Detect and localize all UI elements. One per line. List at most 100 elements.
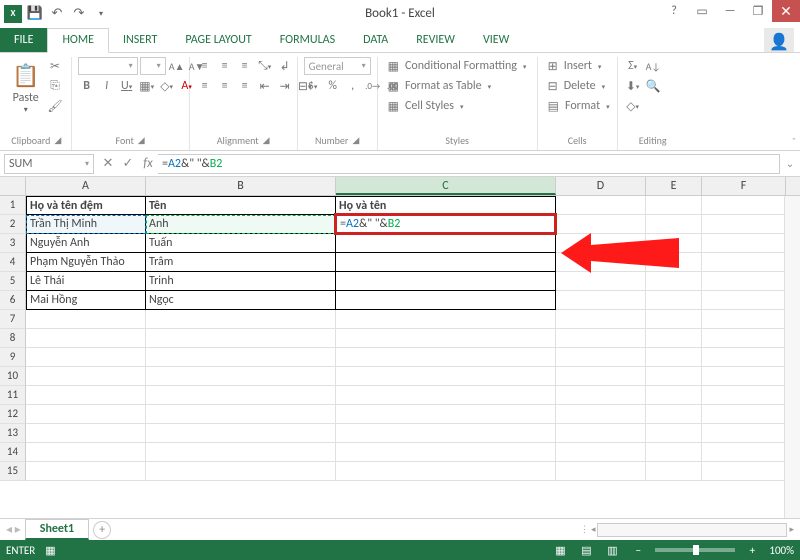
- zoom-in-button[interactable]: +: [743, 544, 761, 557]
- grow-font-button[interactable]: A▲: [168, 57, 186, 75]
- row-header[interactable]: 1: [0, 196, 26, 215]
- cell[interactable]: Tên: [146, 196, 336, 215]
- undo-button[interactable]: ↶: [48, 5, 66, 23]
- ribbon-display-button[interactable]: ▭: [688, 0, 716, 22]
- cell[interactable]: [702, 367, 786, 386]
- cell[interactable]: [556, 348, 646, 367]
- format-cells-button[interactable]: ▤Format▾: [544, 97, 611, 115]
- sheet-nav[interactable]: ◂ ▸: [6, 522, 21, 537]
- cell[interactable]: [556, 234, 646, 253]
- cell[interactable]: [556, 196, 646, 215]
- cell[interactable]: [556, 386, 646, 405]
- cell[interactable]: [702, 291, 786, 310]
- active-cell-editing[interactable]: =A2&" "&B2: [334, 213, 557, 235]
- zoom-out-button[interactable]: −: [629, 544, 647, 557]
- underline-button[interactable]: U▾: [118, 77, 136, 95]
- normal-view-button[interactable]: ▦: [551, 544, 569, 557]
- row-header[interactable]: 9: [0, 348, 26, 367]
- delete-cells-button[interactable]: ⊟Delete▾: [544, 77, 611, 95]
- tab-view[interactable]: VIEW: [469, 29, 523, 52]
- page-layout-view-button[interactable]: ▤: [577, 544, 595, 557]
- cell[interactable]: [702, 405, 786, 424]
- insert-function-button[interactable]: fx: [138, 156, 158, 171]
- cell[interactable]: [26, 424, 146, 443]
- cell[interactable]: [556, 424, 646, 443]
- name-box[interactable]: SUM▾: [4, 154, 94, 174]
- wrap-text-button[interactable]: ↲: [276, 57, 294, 75]
- new-sheet-button[interactable]: +: [93, 521, 111, 539]
- cell[interactable]: [146, 367, 336, 386]
- align-right-button[interactable]: ≡: [236, 77, 254, 95]
- tab-home[interactable]: HOME: [47, 28, 109, 53]
- row-header[interactable]: 11: [0, 386, 26, 405]
- cell[interactable]: [336, 405, 556, 424]
- help-button[interactable]: ?: [660, 0, 688, 22]
- enter-formula-button[interactable]: ✓: [118, 156, 138, 171]
- paste-button[interactable]: 📋 Paste ▾: [8, 57, 43, 117]
- cell[interactable]: [336, 424, 556, 443]
- format-as-table-button[interactable]: ▦Format as Table▾: [384, 77, 531, 95]
- italic-button[interactable]: I: [98, 77, 116, 95]
- cell[interactable]: [646, 272, 702, 291]
- row-header[interactable]: 14: [0, 443, 26, 462]
- cell[interactable]: [146, 386, 336, 405]
- row-header[interactable]: 2: [0, 215, 26, 234]
- conditional-formatting-button[interactable]: ▦Conditional Formatting▾: [384, 57, 531, 75]
- qat-customize-dropdown[interactable]: ▾: [92, 5, 110, 23]
- cell[interactable]: [146, 405, 336, 424]
- cell-styles-button[interactable]: ▦Cell Styles▾: [384, 97, 531, 115]
- tab-review[interactable]: REVIEW: [402, 29, 469, 52]
- cell[interactable]: [646, 405, 702, 424]
- cell[interactable]: [646, 329, 702, 348]
- cell[interactable]: [336, 367, 556, 386]
- increase-indent-button[interactable]: ⇥: [276, 77, 294, 95]
- cell[interactable]: [336, 234, 556, 253]
- cell[interactable]: [556, 291, 646, 310]
- format-painter-button[interactable]: 🖌: [45, 97, 64, 115]
- cell[interactable]: [702, 196, 786, 215]
- cell[interactable]: [336, 462, 556, 481]
- cell[interactable]: [26, 462, 146, 481]
- alignment-dialog-launcher[interactable]: ◢: [263, 135, 270, 146]
- cell[interactable]: Lê Thái: [26, 272, 146, 291]
- cell[interactable]: [146, 310, 336, 329]
- autosum-button[interactable]: Σ▾: [624, 57, 642, 75]
- tab-insert[interactable]: INSERT: [109, 29, 171, 52]
- row-header[interactable]: 6: [0, 291, 26, 310]
- orientation-button[interactable]: ⤡▾: [256, 57, 274, 75]
- cell[interactable]: [336, 329, 556, 348]
- cell[interactable]: [556, 329, 646, 348]
- decrease-indent-button[interactable]: ⇤: [256, 77, 274, 95]
- collapse-ribbon-button[interactable]: ˆ: [792, 135, 796, 148]
- bold-button[interactable]: B: [78, 77, 96, 95]
- worksheet-grid[interactable]: 1 Họ và tên đệm Tên Họ và tên 2 Trần Thị…: [0, 196, 800, 518]
- copy-button[interactable]: ⎘: [45, 77, 64, 95]
- row-header[interactable]: 12: [0, 405, 26, 424]
- cell[interactable]: Họ và tên đệm: [26, 196, 146, 215]
- cell[interactable]: [336, 291, 556, 310]
- cell[interactable]: [702, 310, 786, 329]
- align-top-button[interactable]: ≡: [196, 57, 214, 75]
- cell[interactable]: [646, 234, 702, 253]
- align-center-button[interactable]: ≡: [216, 77, 234, 95]
- insert-cells-button[interactable]: ⊞Insert▾: [544, 57, 611, 75]
- cell[interactable]: [646, 253, 702, 272]
- close-button[interactable]: ✕: [772, 0, 800, 22]
- sort-filter-button[interactable]: A↓: [644, 57, 663, 75]
- clipboard-dialog-launcher[interactable]: ◢: [54, 135, 61, 146]
- cell[interactable]: Tuấn: [146, 234, 336, 253]
- cell[interactable]: [646, 215, 702, 234]
- zoom-level[interactable]: 100%: [769, 544, 794, 557]
- cell[interactable]: Trinh: [146, 272, 336, 291]
- align-middle-button[interactable]: ≡: [216, 57, 234, 75]
- cell[interactable]: [702, 272, 786, 291]
- cell[interactable]: [336, 253, 556, 272]
- cell[interactable]: [702, 329, 786, 348]
- vertical-scrollbar[interactable]: [784, 196, 800, 518]
- accounting-format-button[interactable]: $▾: [304, 77, 322, 95]
- cell[interactable]: [556, 215, 646, 234]
- cell[interactable]: [646, 424, 702, 443]
- cell[interactable]: Phạm Nguyễn Thảo: [26, 253, 146, 272]
- cell[interactable]: [646, 196, 702, 215]
- font-size-combo[interactable]: ▾: [140, 57, 166, 75]
